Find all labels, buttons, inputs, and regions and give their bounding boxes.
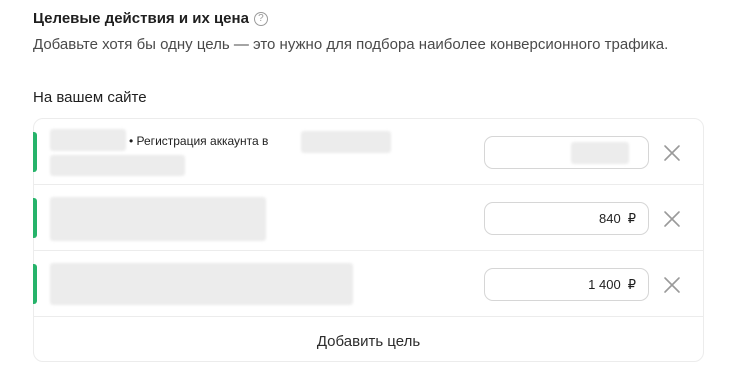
goal-accent-bar [33,264,37,304]
goal-accent-bar [33,198,37,238]
price-value: 840 [599,211,621,226]
goal-price-input[interactable]: 1 400 ₽ [484,268,649,301]
remove-goal-button[interactable] [661,142,683,164]
close-icon [664,277,680,293]
redacted-text [50,155,185,176]
goal-price-input[interactable] [484,136,649,169]
remove-goal-button[interactable] [661,208,683,230]
goal-row: 1 400 ₽ [33,251,703,317]
currency-sign: ₽ [627,210,636,226]
goals-list: • Регистрация аккаунта в 840 ₽ 1 400 ₽ Д… [33,118,704,362]
title-text: Целевые действия и их цена [33,10,249,27]
currency-sign: ₽ [627,276,636,292]
redacted-price [571,141,629,164]
redacted-text [50,197,266,241]
close-icon [664,145,680,161]
add-goal-button[interactable]: Добавить цель [34,319,703,363]
close-icon [664,211,680,227]
goal-name: • Регистрация аккаунта в [129,134,269,148]
goal-row: 840 ₽ [33,185,703,251]
goal-price-input[interactable]: 840 ₽ [484,202,649,235]
goal-row: • Регистрация аккаунта в [33,119,703,185]
site-goals-label: На вашем сайте [33,89,147,106]
redacted-text [50,263,353,305]
remove-goal-button[interactable] [661,274,683,296]
description-text: Добавьте хотя бы одну цель — это нужно д… [33,36,669,53]
redacted-text [50,129,126,151]
redacted-text [301,131,391,153]
section-title: Целевые действия и их цена ? [33,10,268,27]
goal-accent-bar [33,132,37,172]
help-icon[interactable]: ? [253,11,268,26]
price-value: 1 400 [588,277,621,292]
goals-panel: Целевые действия и их цена ? Добавьте хо… [0,0,730,369]
